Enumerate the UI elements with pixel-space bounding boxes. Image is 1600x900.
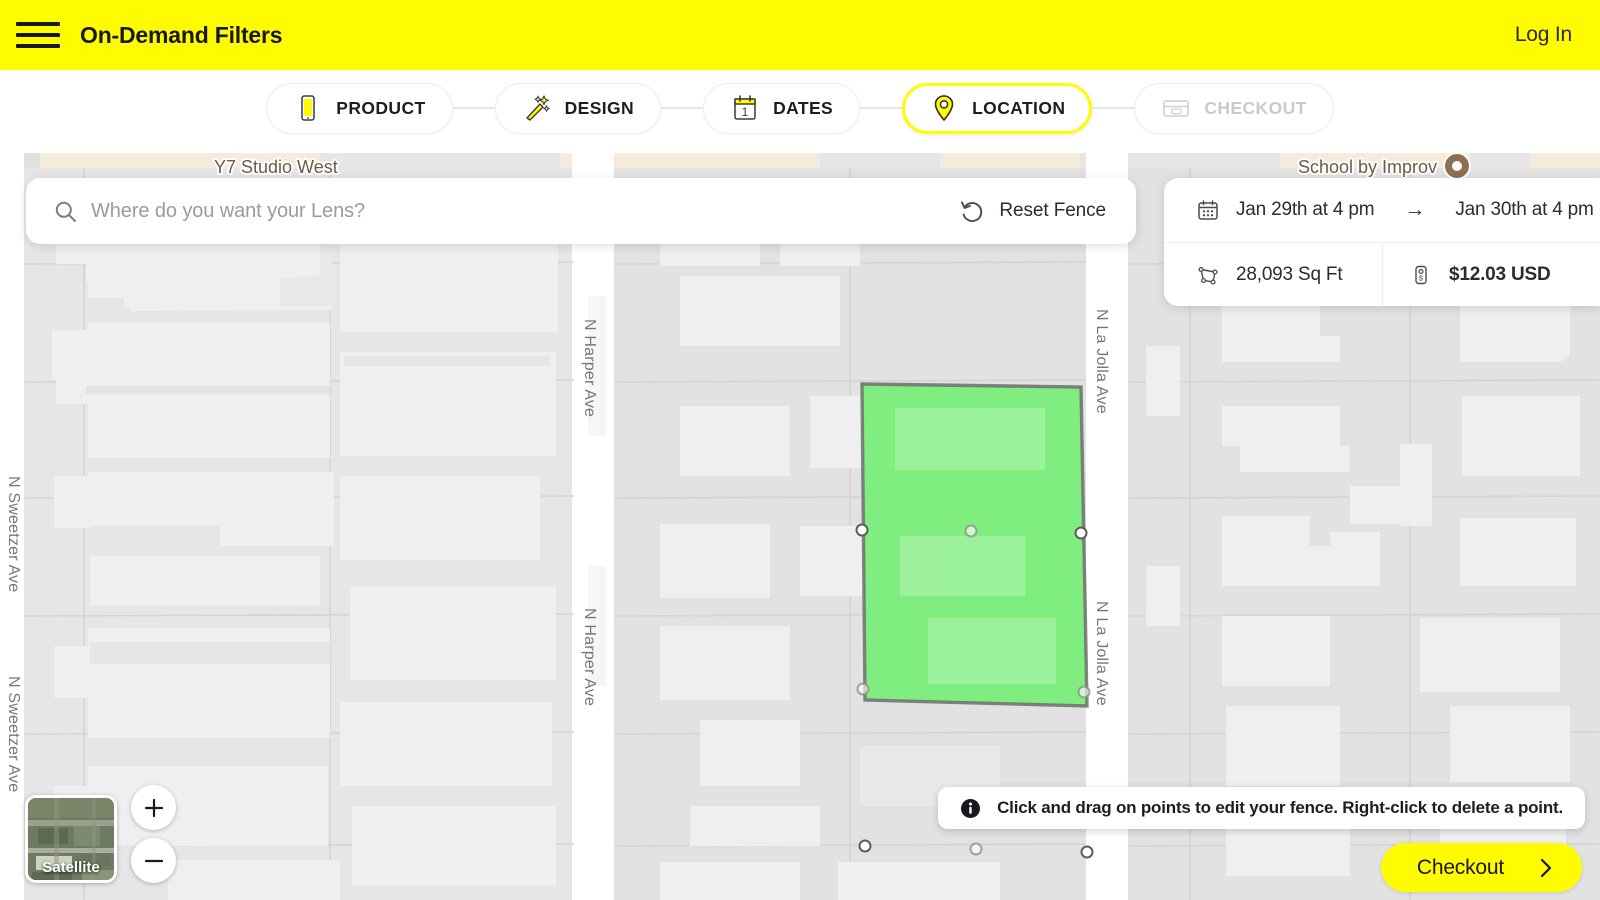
price-cell: $ $12.03 USD xyxy=(1382,243,1600,306)
price-tag-icon: $ xyxy=(1415,265,1427,284)
reset-fence-button[interactable]: Reset Fence xyxy=(959,198,1106,224)
fence-vertex-corner[interactable] xyxy=(1074,526,1088,540)
info-icon xyxy=(961,798,981,818)
search-icon xyxy=(54,200,77,223)
zoom-in-button[interactable] xyxy=(131,785,176,830)
step-label: LOCATION xyxy=(972,97,1066,118)
date-range-arrow: → xyxy=(1404,198,1426,221)
location-search-bar: Reset Fence xyxy=(26,178,1136,244)
fence-vertex-corner[interactable] xyxy=(858,839,872,853)
step-product[interactable]: PRODUCT xyxy=(266,82,453,134)
hamburger-bar xyxy=(16,22,60,26)
area-value: 28,093 Sq Ft xyxy=(1236,263,1343,285)
svg-text:$: $ xyxy=(1419,273,1424,282)
step-connector xyxy=(860,107,903,109)
phone-icon xyxy=(301,95,315,121)
road-label: N Harper Ave xyxy=(581,319,598,418)
step-label: DESIGN xyxy=(564,97,635,118)
step-connector xyxy=(1092,107,1135,109)
polygon-area-icon xyxy=(1198,266,1218,285)
hamburger-menu-icon[interactable] xyxy=(16,18,60,52)
step-label: CHECKOUT xyxy=(1204,97,1307,118)
search-input[interactable] xyxy=(91,199,960,223)
satellite-label: Satellite xyxy=(42,859,100,876)
magic-wand-icon xyxy=(525,95,550,121)
progress-stepper: PRODUCT DESIGN 1 DATES LOCATION CHECKOUT xyxy=(0,63,1600,153)
reset-fence-label: Reset Fence xyxy=(999,200,1106,221)
info-row-dates: Jan 29th at 4 pm → Jan 30th at 4 pm xyxy=(1164,178,1600,242)
area-cell: 28,093 Sq Ft xyxy=(1164,243,1382,306)
app-root: On-Demand Filters Log In N Sweetzer Ave … xyxy=(0,0,1600,900)
step-connector xyxy=(452,107,495,109)
step-dates[interactable]: 1 DATES xyxy=(703,82,861,134)
fence-vertex-midpoint[interactable] xyxy=(1077,685,1091,699)
hamburger-bar xyxy=(16,33,60,37)
app-header: On-Demand Filters Log In xyxy=(0,0,1600,70)
hint-text: Click and drag on points to edit your fe… xyxy=(997,798,1563,817)
calendar-icon xyxy=(1198,200,1218,220)
poi-marker-inner xyxy=(1452,161,1462,171)
step-design[interactable]: DESIGN xyxy=(494,82,662,134)
credit-card-icon xyxy=(1163,100,1190,117)
start-date: Jan 29th at 4 pm xyxy=(1236,199,1375,220)
app-title: On-Demand Filters xyxy=(80,21,283,48)
road-label: N La Jolla Ave xyxy=(1093,309,1110,414)
checkout-button[interactable]: Checkout xyxy=(1380,843,1582,892)
step-connector xyxy=(661,107,704,109)
stepper-items: PRODUCT DESIGN 1 DATES LOCATION CHECKOUT xyxy=(266,82,1334,134)
step-checkout[interactable]: CHECKOUT xyxy=(1134,82,1334,134)
chevron-right-icon xyxy=(1540,858,1552,877)
road-label: N Harper Ave xyxy=(581,608,598,707)
zoom-out-button[interactable] xyxy=(131,838,176,883)
hamburger-bar xyxy=(16,44,60,48)
poi-label: Y7 Studio West xyxy=(214,157,338,177)
login-button[interactable]: Log In xyxy=(1515,23,1572,47)
checkout-label: Checkout xyxy=(1416,855,1504,879)
step-label: PRODUCT xyxy=(336,97,426,118)
edit-fence-hint: Click and drag on points to edit your fe… xyxy=(938,787,1585,829)
fence-vertex-midpoint[interactable] xyxy=(856,682,870,696)
plus-icon xyxy=(144,798,163,817)
map-pin-icon xyxy=(934,95,954,121)
step-label: DATES xyxy=(773,97,834,118)
undo-rotate-icon xyxy=(961,201,983,222)
fence-vertex-midpoint[interactable] xyxy=(969,842,983,856)
date-range-cell[interactable]: Jan 29th at 4 pm → Jan 30th at 4 pm xyxy=(1164,178,1594,242)
zoom-controls xyxy=(131,785,176,883)
step-location[interactable]: LOCATION xyxy=(902,82,1093,134)
svg-text:1: 1 xyxy=(742,105,749,119)
poi-label: School by Improv xyxy=(1298,157,1438,177)
fence-vertex-corner[interactable] xyxy=(855,523,869,537)
calendar-icon: 1 xyxy=(734,95,756,120)
minus-icon xyxy=(144,859,163,862)
info-row-area-price: 28,093 Sq Ft $ $12.03 USD xyxy=(1164,242,1600,306)
end-date: Jan 30th at 4 pm xyxy=(1455,199,1594,220)
road-label: N La Jolla Ave xyxy=(1093,601,1110,706)
road-label: N Sweetzer Ave xyxy=(5,676,22,793)
fence-info-panel: Jan 29th at 4 pm → Jan 30th at 4 pm 28,0… xyxy=(1164,178,1600,306)
price-value: $12.03 USD xyxy=(1449,263,1551,285)
road-label: N Sweetzer Ave xyxy=(5,476,22,593)
fence-vertex-corner[interactable] xyxy=(1080,845,1094,859)
satellite-toggle-button[interactable]: Satellite xyxy=(25,795,117,883)
fence-vertex-midpoint[interactable] xyxy=(964,524,978,538)
